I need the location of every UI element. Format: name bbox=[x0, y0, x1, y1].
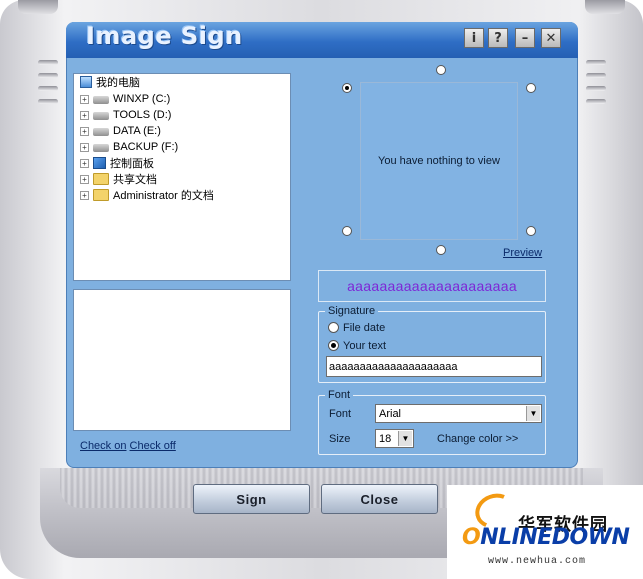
expand-icon[interactable]: + bbox=[80, 174, 89, 184]
size-select-value: 18 bbox=[379, 433, 392, 445]
tree-item-label: 控制面板 bbox=[110, 158, 154, 170]
signature-sample: aaaaaaaaaaaaaaaaaaaaa bbox=[318, 270, 546, 302]
change-color-link[interactable]: Change color >> bbox=[437, 433, 518, 445]
tree-item-label: 共享文档 bbox=[113, 174, 157, 186]
folder-icon bbox=[93, 173, 109, 185]
vent-left-3 bbox=[38, 86, 58, 91]
app-title: Image Sign bbox=[86, 22, 243, 50]
vent-right-4 bbox=[586, 99, 606, 104]
signature-text-input[interactable]: aaaaaaaaaaaaaaaaaaaaa bbox=[326, 356, 542, 377]
check-off-link[interactable]: Check off bbox=[130, 440, 176, 452]
expand-icon[interactable]: + bbox=[80, 126, 89, 136]
tree-item-admin-docs[interactable]: + Administrator 的文档 bbox=[80, 187, 214, 203]
tree-item-winxp[interactable]: + WINXP (C:) bbox=[80, 91, 170, 107]
drive-icon bbox=[93, 144, 109, 152]
expand-icon[interactable]: + bbox=[80, 142, 89, 152]
check-on-link[interactable]: Check on bbox=[80, 440, 126, 452]
preview-empty-text: You have nothing to view bbox=[378, 155, 500, 167]
vent-left-2 bbox=[38, 73, 58, 78]
drive-icon bbox=[93, 128, 109, 136]
tree-item-label: 我的电脑 bbox=[96, 77, 140, 89]
font-select[interactable]: Arial ▼ bbox=[375, 404, 542, 423]
position-bottom-right[interactable] bbox=[526, 226, 536, 236]
font-select-value: Arial bbox=[379, 408, 402, 420]
vent-left-1 bbox=[38, 60, 58, 65]
expand-icon[interactable]: + bbox=[80, 190, 89, 200]
chevron-down-icon[interactable]: ▼ bbox=[526, 406, 540, 421]
tree-item-backup[interactable]: + BACKUP (F:) bbox=[80, 139, 178, 155]
folder-tree[interactable]: 我的电脑 + WINXP (C:) + TOOLS (D:) + DATA (E… bbox=[73, 73, 291, 281]
tree-item-tools[interactable]: + TOOLS (D:) bbox=[80, 107, 171, 123]
expand-icon[interactable]: + bbox=[80, 158, 89, 168]
size-select[interactable]: 18 ▼ bbox=[375, 429, 414, 448]
font-label: Font bbox=[329, 408, 352, 420]
drive-icon bbox=[93, 96, 109, 104]
tree-item-my-computer[interactable]: 我的电脑 bbox=[80, 74, 140, 90]
position-top-right[interactable] bbox=[526, 83, 536, 93]
tree-item-shared-docs[interactable]: + 共享文档 bbox=[80, 171, 157, 187]
preview-link[interactable]: Preview bbox=[503, 247, 542, 259]
tree-item-label: BACKUP (F:) bbox=[113, 141, 179, 153]
sign-button[interactable]: Sign bbox=[193, 484, 310, 514]
tree-item-label: TOOLS (D:) bbox=[113, 109, 172, 121]
drive-icon bbox=[93, 112, 109, 120]
vent-left-4 bbox=[38, 99, 58, 104]
watermark-brand: ONLINEDOWN bbox=[462, 525, 630, 550]
help-button[interactable]: ? bbox=[488, 28, 508, 48]
file-date-radio[interactable] bbox=[328, 322, 339, 333]
tree-item-control-panel[interactable]: + 控制面板 bbox=[80, 155, 154, 171]
frame-corner-right bbox=[585, 0, 625, 14]
watermark-brand-o: O bbox=[462, 525, 481, 550]
position-top-left[interactable] bbox=[342, 83, 352, 93]
close-button[interactable]: Close bbox=[321, 484, 438, 514]
file-date-label[interactable]: File date bbox=[343, 322, 385, 334]
watermark-url: www.newhua.com bbox=[488, 556, 587, 567]
check-links: Check on Check off bbox=[80, 440, 176, 452]
tree-item-label: Administrator 的文档 bbox=[113, 190, 214, 202]
folder-icon bbox=[93, 189, 109, 201]
close-window-button[interactable]: ✕ bbox=[541, 28, 561, 48]
position-top-center[interactable] bbox=[436, 65, 446, 75]
chevron-down-icon[interactable]: ▼ bbox=[398, 431, 412, 446]
control-panel-icon bbox=[93, 157, 106, 169]
expand-icon[interactable]: + bbox=[80, 110, 89, 120]
position-bottom-left[interactable] bbox=[342, 226, 352, 236]
vent-right-3 bbox=[586, 86, 606, 91]
file-list[interactable] bbox=[73, 289, 291, 431]
your-text-radio[interactable] bbox=[328, 340, 339, 351]
computer-icon bbox=[80, 76, 92, 88]
your-text-label[interactable]: Your text bbox=[343, 340, 386, 352]
expand-icon[interactable]: + bbox=[80, 94, 89, 104]
tree-item-label: DATA (E:) bbox=[113, 125, 161, 137]
vent-right-2 bbox=[586, 73, 606, 78]
watermark-brand-rest: NLINEDOWN bbox=[480, 525, 630, 550]
tree-item-label: WINXP (C:) bbox=[113, 93, 171, 105]
tree-item-data[interactable]: + DATA (E:) bbox=[80, 123, 161, 139]
size-label: Size bbox=[329, 433, 351, 445]
minimize-button[interactable]: – bbox=[515, 28, 535, 48]
font-legend: Font bbox=[325, 389, 354, 401]
signature-legend: Signature bbox=[325, 305, 379, 317]
frame-corner-left bbox=[18, 0, 58, 14]
position-bottom-center[interactable] bbox=[436, 245, 446, 255]
vent-right-1 bbox=[586, 60, 606, 65]
info-button[interactable]: i bbox=[464, 28, 484, 48]
